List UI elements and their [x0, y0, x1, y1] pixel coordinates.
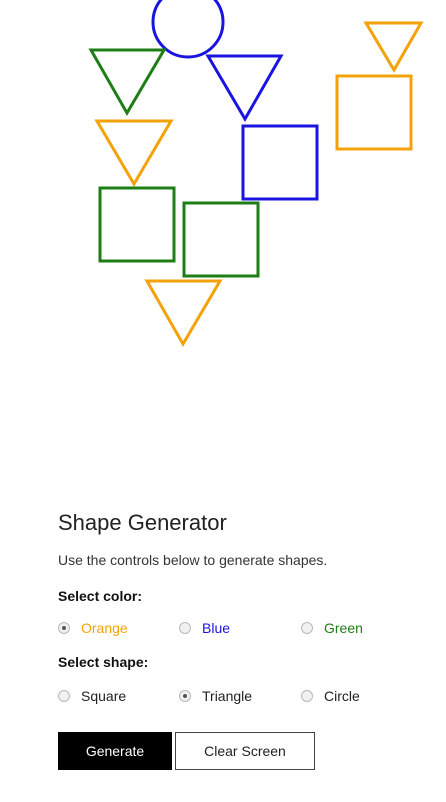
shape-label-square: Square: [81, 688, 127, 704]
page-title: Shape Generator: [58, 510, 227, 535]
blue-circle: [151, 0, 225, 59]
color-option-green[interactable]: Green: [301, 620, 363, 636]
radio-circle[interactable]: [301, 690, 313, 702]
color-option-orange[interactable]: Orange: [58, 620, 128, 636]
green-square: [98, 186, 176, 263]
shape-option-square[interactable]: Square: [58, 688, 126, 704]
orange-triangle: [363, 21, 424, 73]
shape-label-triangle: Triangle: [202, 688, 253, 704]
radio-triangle[interactable]: [179, 690, 191, 702]
shape-label-circle: Circle: [324, 688, 360, 704]
blue-square: [241, 124, 319, 201]
shape-section-label: Select shape:: [58, 654, 149, 670]
blue-triangle: [205, 54, 284, 122]
color-option-blue[interactable]: Blue: [179, 620, 230, 636]
green-square: [182, 201, 260, 278]
page-description: Use the controls below to generate shape…: [58, 552, 328, 568]
radio-square[interactable]: [58, 690, 70, 702]
color-label-orange: Orange: [81, 620, 128, 636]
color-label-green: Green: [324, 620, 363, 636]
radio-orange[interactable]: [58, 622, 70, 634]
color-label-blue: Blue: [202, 620, 231, 636]
clear-screen-button[interactable]: Clear Screen: [175, 732, 315, 770]
orange-triangle: [94, 119, 174, 187]
green-triangle: [88, 48, 167, 116]
orange-square: [335, 74, 413, 151]
radio-green[interactable]: [301, 622, 313, 634]
color-radio-group: Orange Blue Green: [58, 620, 418, 640]
color-section-label: Select color:: [58, 588, 143, 604]
shape-canvas: [88, 0, 424, 347]
shape-option-circle[interactable]: Circle: [301, 688, 360, 704]
generate-button[interactable]: Generate: [58, 732, 172, 770]
shape-option-triangle[interactable]: Triangle: [179, 688, 252, 704]
radio-blue[interactable]: [179, 622, 191, 634]
shape-radio-group: Square Triangle Circle: [58, 688, 418, 708]
orange-triangle: [144, 279, 223, 347]
